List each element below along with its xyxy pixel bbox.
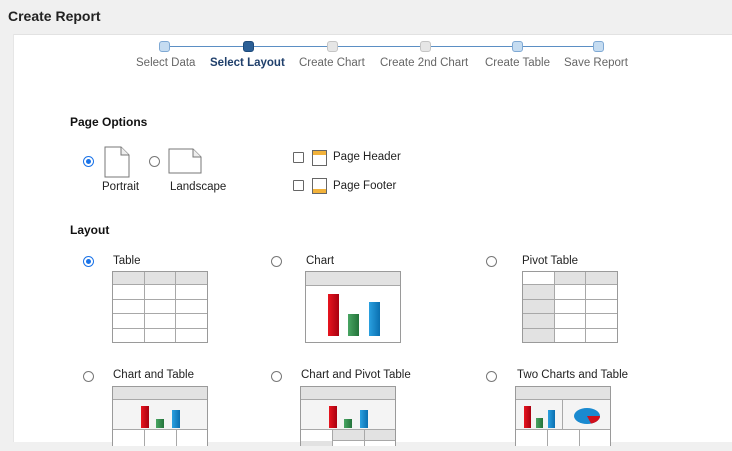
wizard-step-save-report[interactable]: Save Report	[564, 57, 628, 69]
wizard-step-create-chart: Create Chart	[299, 57, 365, 69]
pivot-grid-preview	[523, 272, 617, 342]
layout-chart-radio[interactable]	[271, 256, 282, 267]
combo-preview-bar-red	[141, 406, 149, 428]
page-header-icon	[312, 150, 327, 166]
wizard-step-select-data[interactable]: Select Data	[136, 57, 195, 69]
two-charts-preview-header	[516, 387, 610, 400]
combo-preview-header	[113, 387, 207, 400]
wizard-step-create-chart-marker	[327, 41, 338, 52]
layout-chart-and-pivot-table-label: Chart and Pivot Table	[301, 369, 411, 381]
dialog-title-bar	[0, 0, 732, 35]
combo-preview-bar-blue	[172, 410, 180, 428]
chart-preview-bar-red	[328, 294, 339, 336]
layout-pivot-table-radio[interactable]	[486, 256, 497, 267]
layout-chart-and-table-label: Chart and Table	[113, 369, 194, 381]
wizard-step-save-report-marker[interactable]	[593, 41, 604, 52]
page-header-label: Page Header	[333, 151, 401, 163]
dialog-title: Create Report	[8, 8, 101, 24]
combo-preview-bar-green	[156, 419, 164, 428]
two-charts-preview-bar-red	[524, 406, 531, 428]
layout-two-charts-and-table-radio[interactable]	[486, 371, 497, 382]
layout-pivot-table-label: Pivot Table	[522, 255, 579, 267]
layout-chart-thumbnail[interactable]	[305, 271, 401, 343]
wizard-step-select-data-marker[interactable]	[159, 41, 170, 52]
two-charts-preview-pie	[574, 408, 600, 424]
pivot-combo-preview-bar-green	[344, 419, 352, 428]
page-header-checkbox[interactable]	[293, 152, 304, 163]
two-charts-preview-col-line	[547, 430, 548, 446]
layout-heading: Layout	[70, 223, 110, 237]
layout-table-thumbnail[interactable]	[112, 271, 208, 343]
landscape-radio[interactable]	[149, 156, 160, 167]
chart-preview-header	[306, 272, 400, 286]
pivot-combo-preview-col-line	[364, 430, 365, 446]
two-charts-preview-bar-green	[536, 418, 543, 428]
wizard-step-create-2nd-chart: Create 2nd Chart	[380, 57, 469, 69]
dialog-left-edge	[0, 34, 14, 451]
wizard-step-create-2nd-chart-marker	[420, 41, 431, 52]
layout-chart-and-pivot-table-radio[interactable]	[271, 371, 282, 382]
layout-table-label: Table	[113, 255, 141, 267]
layout-chart-and-table-radio[interactable]	[83, 371, 94, 382]
layout-two-charts-and-table-thumbnail[interactable]	[515, 386, 611, 446]
chart-preview-bar-blue	[369, 302, 380, 336]
pivot-combo-preview-row-header	[301, 441, 332, 446]
wizard-track	[166, 46, 598, 47]
page-footer-icon	[312, 178, 327, 194]
pivot-combo-preview-col-line	[332, 430, 333, 446]
combo-preview-col-line	[176, 430, 177, 446]
pivot-combo-preview-header	[301, 387, 395, 400]
wizard-step-create-table-marker[interactable]	[512, 41, 523, 52]
layout-chart-label: Chart	[306, 255, 335, 267]
wizard-step-select-layout-marker[interactable]	[243, 41, 254, 52]
portrait-page-icon[interactable]	[104, 146, 130, 178]
portrait-label: Portrait	[102, 181, 140, 193]
layout-pivot-table-thumbnail[interactable]	[522, 271, 618, 343]
wizard-step-create-table[interactable]: Create Table	[485, 57, 550, 69]
landscape-label: Landscape	[170, 181, 227, 193]
chart-preview-bar-green	[348, 314, 359, 336]
pivot-combo-preview-bar-red	[329, 406, 337, 428]
layout-chart-and-pivot-table-thumbnail[interactable]	[300, 386, 396, 446]
table-grid-preview	[113, 272, 207, 342]
two-charts-preview-col-line	[579, 430, 580, 446]
page-footer-label: Page Footer	[333, 180, 397, 192]
layout-table-radio[interactable]	[83, 256, 94, 267]
landscape-page-icon[interactable]	[168, 148, 202, 174]
page-options-heading: Page Options	[70, 115, 148, 129]
page-footer-checkbox[interactable]	[293, 180, 304, 191]
combo-preview-col-line	[144, 430, 145, 446]
two-charts-preview-bar-blue	[548, 410, 555, 428]
layout-chart-and-table-thumbnail[interactable]	[112, 386, 208, 446]
pivot-combo-preview-bar-blue	[360, 410, 368, 428]
portrait-radio[interactable]	[83, 156, 94, 167]
wizard-step-select-layout[interactable]: Select Layout	[210, 57, 285, 69]
layout-two-charts-and-table-label: Two Charts and Table	[517, 369, 629, 381]
